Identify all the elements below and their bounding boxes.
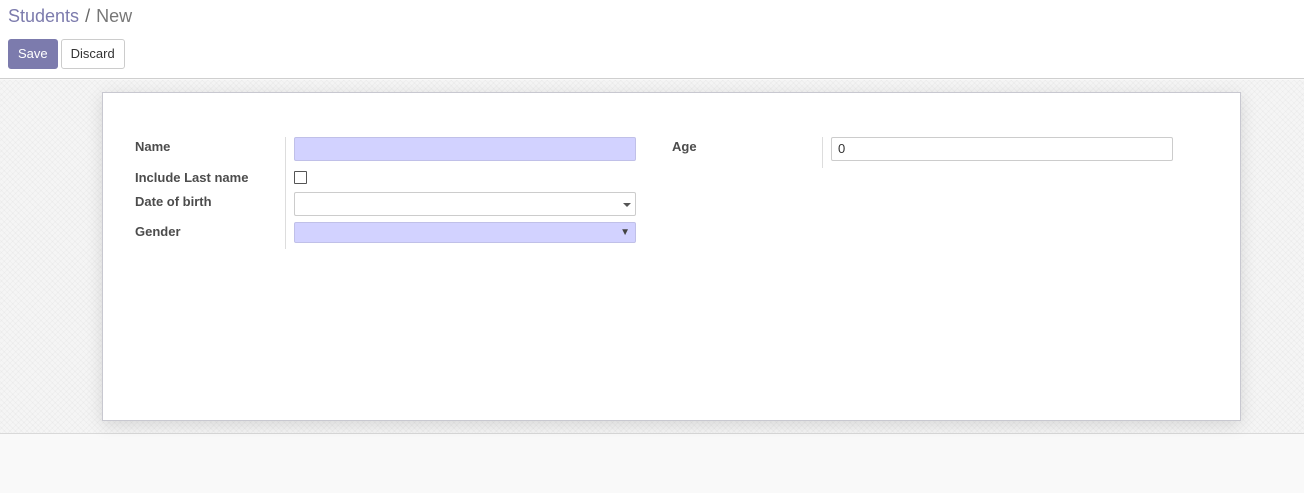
gender-select[interactable]: ▼: [294, 222, 636, 243]
select-arrow-icon: ▼: [620, 227, 630, 238]
name-input[interactable]: [294, 137, 636, 161]
age-input[interactable]: 0: [831, 137, 1173, 161]
form-buttons: Save Discard: [8, 39, 125, 69]
date-of-birth-label: Date of birth: [135, 194, 212, 209]
label-divider: [285, 137, 286, 249]
name-label: Name: [135, 139, 171, 154]
gender-label: Gender: [135, 224, 181, 239]
breadcrumb: Students / New: [8, 6, 132, 27]
form-view-background: Name Include Last name Date of birth Gen…: [0, 80, 1304, 434]
discard-button[interactable]: Discard: [60, 39, 125, 69]
save-button[interactable]: Save: [8, 39, 58, 69]
breadcrumb-students-link[interactable]: Students: [8, 6, 79, 26]
date-of-birth-input[interactable]: [294, 192, 636, 216]
breadcrumb-separator: /: [85, 6, 91, 26]
age-label-divider: [822, 137, 823, 168]
control-panel: Students / New Save Discard: [0, 0, 1304, 79]
include-last-name-checkbox[interactable]: [294, 171, 307, 184]
age-label: Age: [672, 139, 697, 154]
include-last-name-label: Include Last name: [135, 170, 249, 185]
form-sheet: Name Include Last name Date of birth Gen…: [102, 92, 1241, 421]
caret-down-icon[interactable]: [623, 203, 631, 207]
breadcrumb-current: New: [96, 6, 133, 26]
